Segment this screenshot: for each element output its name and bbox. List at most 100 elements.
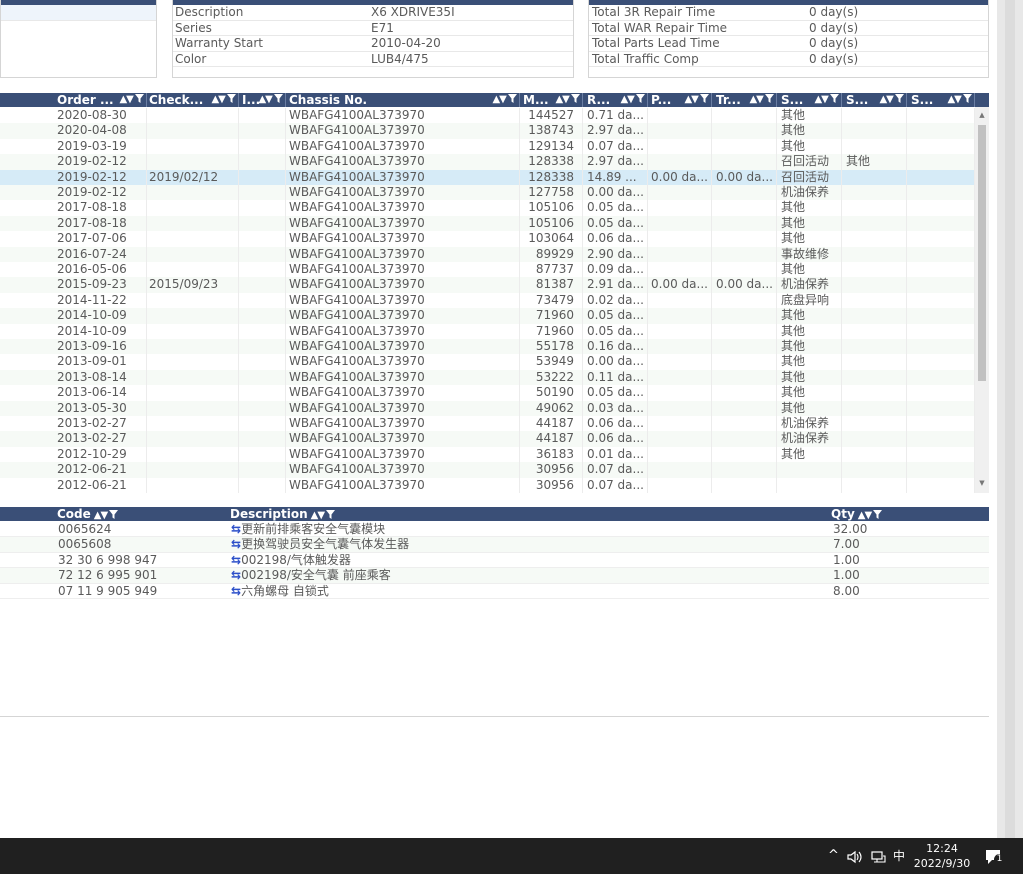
- sort-filter-icon[interactable]: ▲▼: [94, 510, 119, 521]
- sort-filter-icon[interactable]: ▲▼: [814, 93, 839, 107]
- sort-filter-icon[interactable]: ▲▼: [119, 93, 144, 107]
- order-row[interactable]: 2012-06-21 WBAFG4100AL373970 30956 0.07 da.…: [0, 477, 975, 493]
- order-row[interactable]: 2019-02-12 WBAFG4100AL373970 127758 0.00 da…: [0, 185, 975, 201]
- volume-icon[interactable]: [847, 838, 863, 874]
- sort-filter-icon[interactable]: ▲▼: [258, 93, 283, 107]
- order-cell: WBAFG4100AL373970: [287, 138, 520, 155]
- left-info-panel: [0, 0, 157, 78]
- swap-arrows-icon[interactable]: ⇆: [231, 537, 241, 551]
- order-cell: [714, 385, 777, 401]
- order-cell: [909, 138, 975, 155]
- order-cell: 0.07 da...: [585, 462, 648, 478]
- order-cell: 2019-02-12: [55, 185, 147, 201]
- vehicle-field-value: E71: [371, 20, 394, 35]
- swap-arrows-icon[interactable]: ⇆: [231, 584, 241, 598]
- order-row[interactable]: 2014-11-22 WBAFG4100AL373970 73479 0.02 da.…: [0, 292, 975, 309]
- order-row[interactable]: 2019-03-19 WBAFG4100AL373970 129134 0.07 da…: [0, 138, 975, 155]
- parts-column-header[interactable]: Description ▲▼: [228, 507, 828, 521]
- order-row[interactable]: 2013-08-14 WBAFG4100AL373970 53222 0.11 da.…: [0, 369, 975, 386]
- order-row[interactable]: 2013-02-27 WBAFG4100AL373970 44187 0.06 da.…: [0, 431, 975, 447]
- show-hidden-icons-icon[interactable]: ^: [828, 838, 839, 874]
- order-cell: WBAFG4100AL373970: [287, 185, 520, 201]
- order-cell: 0.00 da...: [649, 277, 712, 293]
- order-row[interactable]: 2014-10-09 WBAFG4100AL373970 71960 0.05 da.…: [0, 308, 975, 324]
- order-row[interactable]: 2012-06-21 WBAFG4100AL373970 30956 0.07 da.…: [0, 462, 975, 478]
- swap-arrows-icon[interactable]: ⇆: [231, 568, 241, 582]
- right-scroll-track[interactable]: [997, 0, 1023, 838]
- order-row[interactable]: 2017-08-18 WBAFG4100AL373970 105106 0.05 da…: [0, 200, 975, 216]
- order-row[interactable]: 2013-09-16 WBAFG4100AL373970 55178 0.16 da.…: [0, 339, 975, 355]
- order-row[interactable]: 2015-09-23 2015/09/23 WBAFG4100AL373970 813…: [0, 277, 975, 293]
- order-row[interactable]: 2013-05-30 WBAFG4100AL373970 49062 0.03 da.…: [0, 400, 975, 416]
- order-cell: [714, 123, 777, 139]
- order-row[interactable]: 2020-08-30 WBAFG4100AL373970 144527 0.71 da…: [0, 108, 975, 124]
- order-row[interactable]: 2019-02-12 2019/02/12 WBAFG4100AL373970 128…: [0, 169, 975, 185]
- order-cell: 2014-11-22: [55, 292, 147, 309]
- order-cell: [909, 215, 975, 232]
- notification-center-icon[interactable]: 1: [984, 848, 1005, 866]
- right-scroll-thumb[interactable]: [1005, 0, 1015, 838]
- swap-arrows-icon[interactable]: ⇆: [231, 522, 241, 536]
- swap-arrows-icon[interactable]: ⇆: [231, 553, 241, 567]
- orders-column-header[interactable]: M... ▲▼: [521, 93, 583, 107]
- part-row[interactable]: 32 30 6 998 947 ⇆002198/气体触发器 1.00: [0, 552, 989, 569]
- network-icon[interactable]: [870, 838, 886, 874]
- sort-filter-icon[interactable]: ▲▼: [749, 93, 774, 107]
- orders-column-header[interactable]: R... ▲▼: [585, 93, 648, 107]
- parts-column-header[interactable]: Code ▲▼: [55, 507, 228, 521]
- order-cell: [240, 339, 286, 355]
- sort-filter-icon[interactable]: ▲▼: [311, 510, 336, 521]
- orders-column-header[interactable]: I... ▲▼: [240, 93, 286, 107]
- orders-column-header[interactable]: Tr... ▲▼: [714, 93, 777, 107]
- order-cell: 129134: [521, 138, 583, 155]
- order-cell: [240, 215, 286, 232]
- order-cell: [240, 308, 286, 324]
- part-row[interactable]: 0065624 ⇆更新前排乘客安全气囊模块 32.00: [0, 522, 989, 538]
- order-row[interactable]: 2016-07-24 WBAFG4100AL373970 89929 2.90 da.…: [0, 246, 975, 262]
- sort-filter-icon[interactable]: ▲▼: [620, 93, 645, 107]
- order-row[interactable]: 2013-02-27 WBAFG4100AL373970 44187 0.06 da.…: [0, 416, 975, 432]
- order-row[interactable]: 2013-09-01 WBAFG4100AL373970 53949 0.00 da.…: [0, 354, 975, 370]
- order-row[interactable]: 2017-08-18 WBAFG4100AL373970 105106 0.05 da…: [0, 215, 975, 232]
- orders-column-header[interactable]: P... ▲▼: [649, 93, 712, 107]
- order-row[interactable]: 2013-06-14 WBAFG4100AL373970 50190 0.05 da.…: [0, 385, 975, 401]
- order-row[interactable]: 2019-02-12 WBAFG4100AL373970 128338 2.97 da…: [0, 154, 975, 170]
- sort-filter-icon[interactable]: ▲▼: [555, 93, 580, 107]
- totals-field-row: Total Traffic Comp 0 day(s): [589, 52, 988, 67]
- scrollbar-thumb[interactable]: [978, 125, 986, 381]
- part-row[interactable]: 07 11 9 905 949 ⇆六角螺母 自锁式 8.00: [0, 584, 989, 599]
- order-row[interactable]: 2014-10-09 WBAFG4100AL373970 71960 0.05 da.…: [0, 323, 975, 339]
- order-cell: 2016-07-24: [55, 246, 147, 262]
- sort-filter-icon[interactable]: ▲▼: [492, 93, 517, 107]
- sort-filter-icon[interactable]: ▲▼: [684, 93, 709, 107]
- order-cell: 0.06 da...: [585, 431, 648, 447]
- sort-filter-icon[interactable]: ▲▼: [211, 93, 236, 107]
- order-cell: [714, 323, 777, 339]
- orders-column-header[interactable]: S... ▲▼: [909, 93, 975, 107]
- order-row[interactable]: 2012-10-29 WBAFG4100AL373970 36183 0.01 da.…: [0, 446, 975, 463]
- order-row[interactable]: 2016-05-06 WBAFG4100AL373970 87737 0.09 da.…: [0, 262, 975, 278]
- clock[interactable]: 12:24 2022/9/30: [912, 841, 972, 871]
- orders-column-header[interactable]: S... ▲▼: [779, 93, 842, 107]
- order-row[interactable]: 2020-04-08 WBAFG4100AL373970 138743 2.97 da…: [0, 123, 975, 139]
- orders-column-header[interactable]: Order ... ▲▼: [55, 93, 147, 107]
- order-cell: [909, 277, 975, 293]
- part-row[interactable]: 0065608 ⇆更换驾驶员安全气囊气体发生器 7.00: [0, 537, 989, 553]
- ime-indicator[interactable]: 中: [893, 838, 905, 874]
- parts-column-header[interactable]: Qty ▲▼: [829, 507, 975, 521]
- order-cell: [779, 462, 842, 478]
- sort-filter-icon[interactable]: ▲▼: [879, 93, 904, 107]
- sort-filter-icon[interactable]: ▲▼: [947, 93, 972, 107]
- part-cell: 1.00: [833, 552, 860, 567]
- orders-column-header[interactable]: Check... ▲▼: [147, 93, 239, 107]
- orders-vertical-scrollbar[interactable]: ▲ ▼: [975, 107, 989, 493]
- order-cell: 2020-04-08: [55, 123, 147, 139]
- orders-column-header[interactable]: Chassis No. ▲▼: [287, 93, 520, 107]
- sort-filter-icon[interactable]: ▲▼: [858, 510, 883, 521]
- orders-column-header[interactable]: S... ▲▼: [844, 93, 907, 107]
- part-row[interactable]: 72 12 6 995 901 ⇆002198/安全气囊 前座乘客 1.00: [0, 568, 989, 584]
- scroll-down-arrow-icon[interactable]: ▼: [975, 477, 989, 489]
- order-cell: 2.97 da...: [585, 154, 648, 170]
- scroll-up-arrow-icon[interactable]: ▲: [975, 109, 989, 121]
- order-row[interactable]: 2017-07-06 WBAFG4100AL373970 103064 0.06 da…: [0, 231, 975, 247]
